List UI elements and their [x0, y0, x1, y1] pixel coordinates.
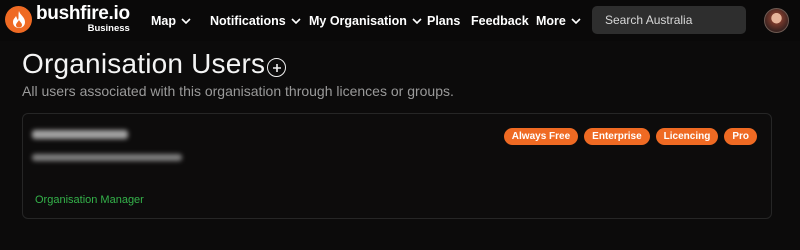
badge-licencing: Licencing — [655, 128, 719, 145]
brand-name: bushfire.io — [36, 3, 130, 24]
nav-plans-label: Plans — [427, 13, 461, 28]
nav-map-label: Map — [151, 13, 176, 28]
flame-icon — [5, 6, 32, 33]
search-input[interactable] — [592, 6, 746, 34]
brand-logo-link[interactable]: bushfire.io Business — [5, 4, 130, 34]
nav-notifications[interactable]: Notifications — [210, 0, 301, 41]
redacted-user-name — [32, 130, 128, 139]
redacted-user-email — [32, 154, 182, 161]
plan-badges: Always Free Enterprise Licencing Pro — [503, 128, 757, 145]
nav-plans[interactable]: Plans — [427, 0, 460, 41]
user-avatar[interactable] — [764, 8, 789, 33]
nav-notifications-label: Notifications — [210, 13, 286, 28]
brand-subtitle: Business — [87, 23, 130, 34]
nav-map[interactable]: Map — [151, 0, 191, 41]
nav-more[interactable]: More — [536, 0, 581, 41]
plus-icon — [272, 63, 281, 72]
user-role: Organisation Manager — [35, 194, 144, 206]
nav-my-organisation-label: My Organisation — [309, 13, 407, 28]
page-title: Organisation Users — [22, 48, 266, 79]
nav-feedback-label: Feedback — [471, 13, 529, 28]
nav-my-organisation[interactable]: My Organisation — [309, 0, 422, 41]
nav-more-label: More — [536, 13, 566, 28]
badge-pro: Pro — [724, 128, 757, 145]
user-card[interactable]: Always Free Enterprise Licencing Pro Org… — [22, 113, 772, 219]
page-subtitle: All users associated with this organisat… — [22, 83, 454, 99]
chevron-down-icon — [181, 17, 191, 24]
chevron-down-icon — [571, 17, 581, 24]
chevron-down-icon — [291, 17, 301, 24]
badge-always-free: Always Free — [503, 128, 579, 145]
nav-feedback[interactable]: Feedback — [471, 0, 529, 41]
add-user-button[interactable] — [267, 58, 286, 77]
badge-enterprise: Enterprise — [584, 128, 650, 145]
chevron-down-icon — [412, 17, 422, 24]
top-navbar: bushfire.io Business Map Notifications M… — [0, 0, 800, 41]
